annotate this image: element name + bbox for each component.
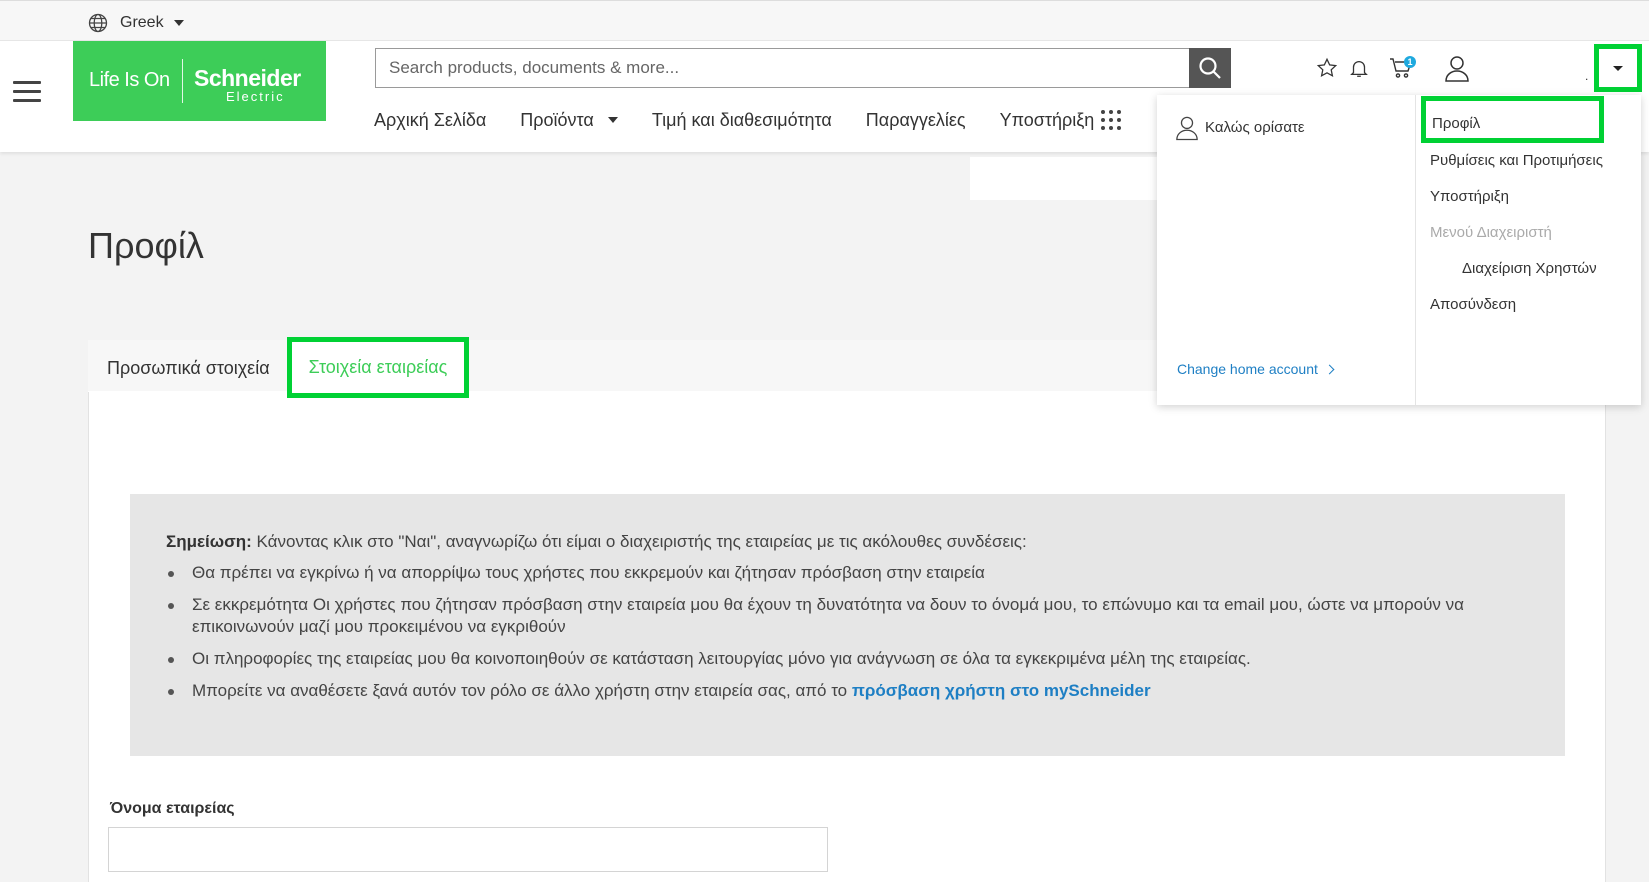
user-icon bbox=[1176, 116, 1198, 141]
globe-icon bbox=[88, 13, 108, 33]
cart-count-badge: 1 bbox=[1404, 56, 1416, 68]
logo-tagline: Life Is On bbox=[89, 69, 170, 91]
bell-icon[interactable] bbox=[1348, 57, 1370, 79]
change-home-account-link[interactable]: Change home account bbox=[1177, 361, 1335, 377]
main-nav: Αρχική Σελίδα Προϊόντα Τιμή και διαθεσιμ… bbox=[374, 109, 1122, 131]
menu-item-settings[interactable]: Ρυθμίσεις και Προτιμήσεις bbox=[1430, 152, 1603, 169]
language-selector[interactable]: Greek bbox=[88, 13, 184, 33]
user-icon[interactable] bbox=[1444, 54, 1470, 82]
dropdown-divider bbox=[1415, 95, 1416, 405]
menu-item-admin-menu: Μενού Διαχειριστή bbox=[1430, 224, 1552, 241]
logo-brand: Schneider bbox=[194, 65, 301, 91]
nav-item-orders[interactable]: Παραγγελίες bbox=[866, 110, 966, 131]
chevron-right-icon bbox=[1324, 364, 1335, 374]
change-account-label: Change home account bbox=[1177, 361, 1318, 377]
list-item-text: Μπορείτε να αναθέσετε ξανά αυτόν τον ρόλ… bbox=[192, 681, 852, 700]
nav-label: Παραγγελίες bbox=[865, 109, 966, 130]
note-text: Κάνοντας κλικ στο "Ναι", αναγνωρίζω ότι … bbox=[251, 532, 1027, 551]
search-icon bbox=[1199, 57, 1221, 79]
page-title: Προφίλ bbox=[88, 225, 204, 266]
nav-label: Υποστήριξη bbox=[999, 109, 1095, 130]
nav-item-support[interactable]: Υποστήριξη bbox=[1000, 110, 1095, 131]
list-item: Μπορείτε να αναθέσετε ξανά αυτόν τον ρόλ… bbox=[166, 680, 1529, 702]
chevron-down-icon bbox=[173, 20, 184, 26]
chevron-down-icon bbox=[607, 117, 618, 123]
note-lead: Σημείωση: Κάνοντας κλικ στο "Ναι", αναγν… bbox=[166, 532, 1529, 552]
menu-item-support[interactable]: Υποστήριξη bbox=[1430, 188, 1509, 205]
nav-label: Προϊόντα bbox=[520, 109, 594, 130]
menu-item-user-management[interactable]: Διαχείριση Χρηστών bbox=[1462, 260, 1597, 277]
user-access-link[interactable]: πρόσβαση χρήστη στο mySchneider bbox=[852, 681, 1151, 700]
logo-sub: Electric bbox=[226, 89, 285, 104]
tab-label: Στοιχεία εταιρείας bbox=[308, 357, 448, 377]
nav-item-products[interactable]: Προϊόντα bbox=[520, 110, 618, 131]
note-list: Θα πρέπει να εγκρίνω ή να απορρίψω τους … bbox=[166, 562, 1529, 702]
list-item: Σε εκκρεμότητα Οι χρήστες που ζήτησαν πρ… bbox=[166, 594, 1529, 638]
star-icon[interactable] bbox=[1316, 57, 1338, 79]
welcome-label: Καλώς ορίσατε bbox=[1205, 119, 1305, 136]
company-name-field[interactable] bbox=[108, 827, 828, 872]
language-label: Greek bbox=[120, 14, 164, 31]
nav-item-home[interactable]: Αρχική Σελίδα bbox=[374, 110, 486, 131]
search-input[interactable] bbox=[376, 49, 1186, 87]
apps-grid-icon[interactable] bbox=[1100, 109, 1122, 131]
account-dropdown-button[interactable] bbox=[1594, 44, 1642, 92]
list-item: Οι πληροφορίες της εταιρείας μου θα κοιν… bbox=[166, 648, 1529, 670]
note-label: Σημείωση: bbox=[166, 532, 252, 551]
search-box bbox=[375, 48, 1231, 88]
nav-label: Τιμή και διαθεσιμότητα bbox=[651, 109, 832, 130]
company-name-label: Όνομα εταιρείας bbox=[110, 800, 235, 817]
nav-item-price-availability[interactable]: Τιμή και διαθεσιμότητα bbox=[652, 110, 832, 131]
nav-label: Αρχική Σελίδα bbox=[374, 109, 487, 130]
hamburger-menu-icon[interactable] bbox=[13, 81, 41, 103]
welcome-message: Καλώς ορίσατε bbox=[1175, 114, 1305, 141]
tab-personal-info[interactable]: Προσωπικά στοιχεία bbox=[107, 358, 270, 379]
list-item: Θα πρέπει να εγκρίνω ή να απορρίψω τους … bbox=[166, 562, 1529, 584]
dropdown-shadow-area bbox=[970, 157, 1160, 200]
account-dot: . bbox=[1585, 69, 1589, 83]
menu-item-logout[interactable]: Αποσύνδεση bbox=[1430, 296, 1516, 313]
tab-company-info[interactable]: Στοιχεία εταιρείας bbox=[287, 337, 469, 398]
logo-divider bbox=[182, 59, 183, 103]
account-dropdown: Καλώς ορίσατε Change home account Προφίλ… bbox=[1157, 95, 1641, 405]
chevron-down-icon bbox=[1613, 65, 1623, 71]
menu-item-profile[interactable]: Προφίλ bbox=[1421, 96, 1604, 143]
language-bar: Greek bbox=[0, 0, 1649, 41]
search-button[interactable] bbox=[1189, 48, 1231, 88]
schneider-logo[interactable]: Life Is On Schneider Electric bbox=[73, 41, 326, 121]
admin-note: Σημείωση: Κάνοντας κλικ στο "Ναι", αναγν… bbox=[130, 494, 1565, 756]
